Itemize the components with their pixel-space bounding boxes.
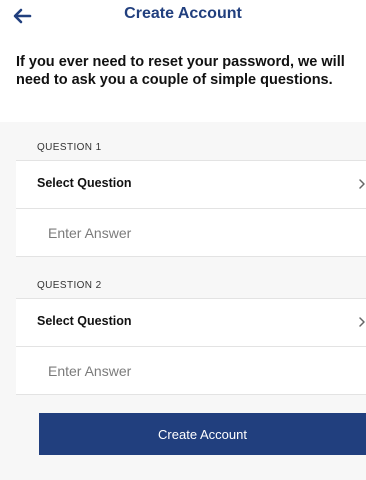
create-account-screen: Create Account If you ever need to reset… [0, 0, 366, 480]
create-account-button[interactable]: Create Account [39, 413, 366, 455]
question-1-answer-input[interactable] [48, 221, 348, 245]
intro-text: If you ever need to reset your password,… [16, 54, 345, 88]
question-1-select-label: Select Question [37, 176, 132, 190]
header-bar: Create Account [0, 0, 366, 34]
chevron-right-icon [359, 317, 365, 327]
chevron-right-icon [359, 179, 365, 189]
question-1-answer-row [16, 209, 366, 257]
question-2-answer-input[interactable] [48, 359, 348, 383]
question-2-label: QUESTION 2 [37, 280, 102, 291]
question-1-select[interactable]: Select Question [16, 160, 366, 209]
page-title: Create Account [124, 5, 242, 22]
question-2-answer-row [16, 347, 366, 395]
question-2-select-label: Select Question [37, 314, 132, 328]
question-1-label: QUESTION 1 [37, 142, 102, 153]
question-2-select[interactable]: Select Question [16, 298, 366, 347]
